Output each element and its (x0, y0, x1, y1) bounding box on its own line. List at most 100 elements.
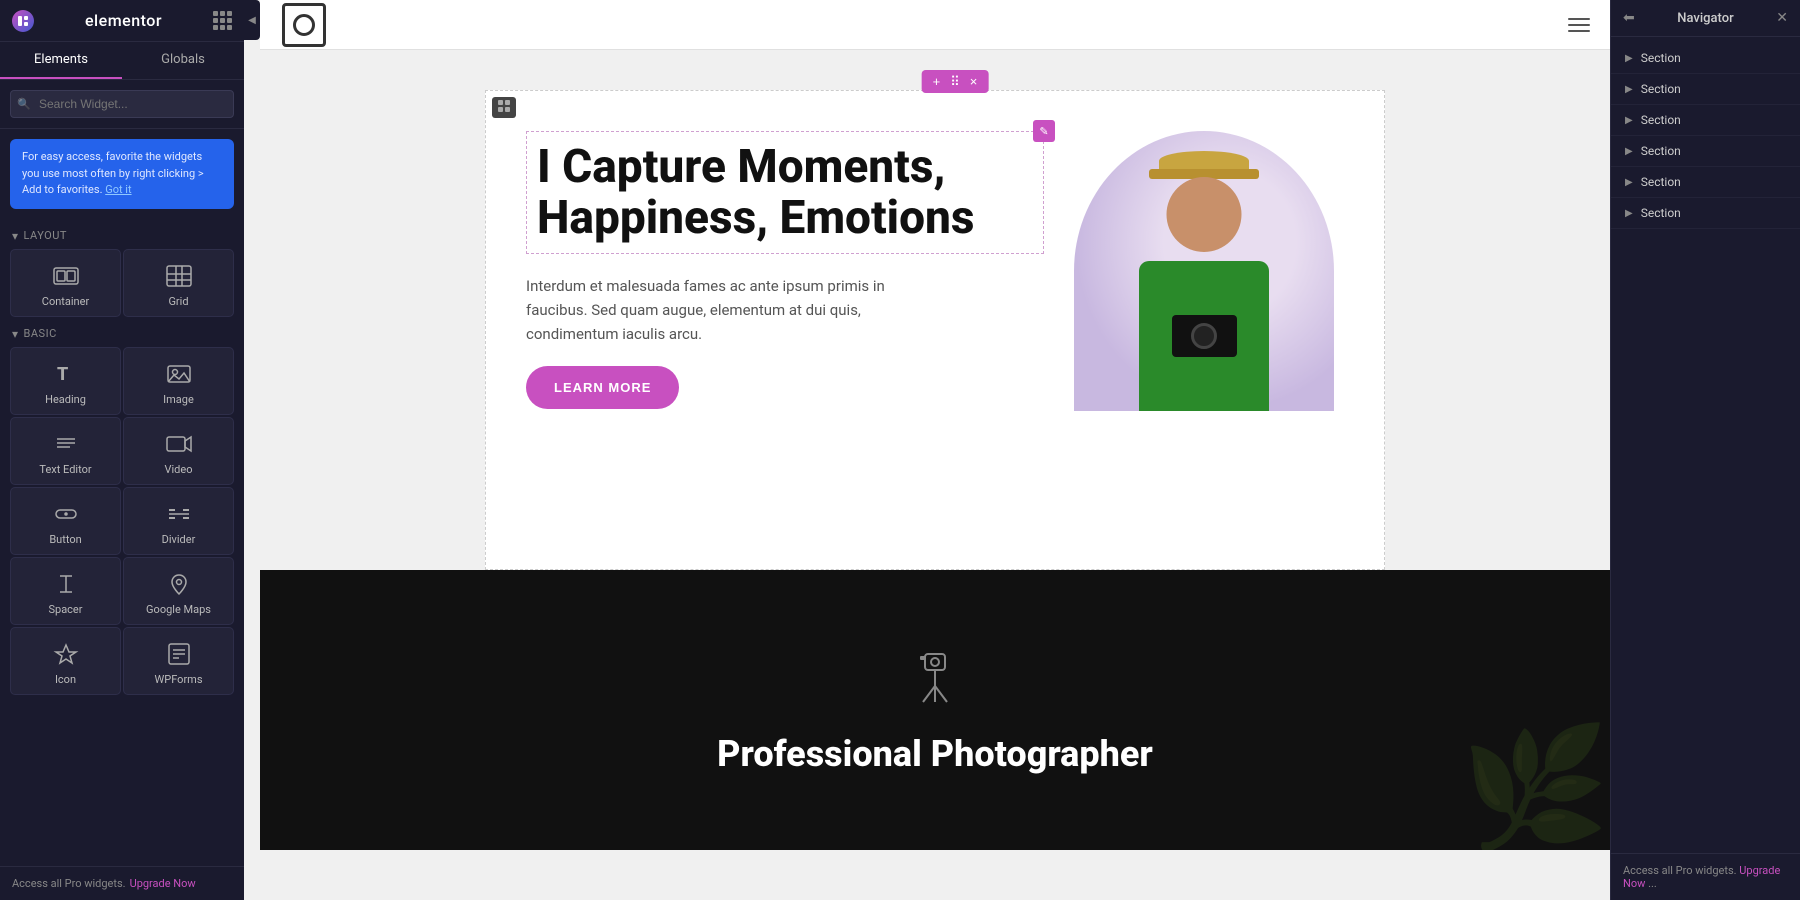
section-column-handle[interactable] (492, 97, 516, 118)
got-it-link[interactable]: Got it (105, 183, 131, 196)
text-editor-icon (52, 430, 80, 458)
divider-label: Divider (162, 533, 196, 546)
widget-video[interactable]: Video (123, 417, 234, 485)
camera-tripod-icon (905, 646, 965, 717)
elementor-logo (12, 10, 34, 32)
nav-item-section-1[interactable]: ▶ Section (1611, 43, 1800, 74)
navigator-back-button[interactable]: ⬅ (1623, 10, 1635, 26)
hero-text-column: ✎ I Capture Moments, Happiness, Emotions… (526, 131, 1044, 411)
navigator-footer: Access all Pro widgets. Upgrade Now ... (1611, 853, 1800, 900)
bottom-section-title: Professional Photographer (717, 733, 1153, 775)
collapse-arrow: ◀ (248, 15, 256, 26)
grid-widget-icon (165, 262, 193, 290)
divider-icon (165, 500, 193, 528)
hero-image-column (1064, 131, 1344, 411)
pencil-icon: ✎ (1039, 125, 1048, 138)
canvas-body: + ⠿ × ✎ I Capture Moments, Happiness, Em… (260, 50, 1610, 900)
nav-arrow-5: ▶ (1625, 177, 1633, 188)
widget-spacer[interactable]: Spacer (10, 557, 121, 625)
left-sidebar: elementor Elements Globals For easy acce… (0, 0, 244, 900)
navigator-title: Navigator (1677, 11, 1733, 26)
widget-heading[interactable]: T Heading (10, 347, 121, 415)
nav-arrow-1: ▶ (1625, 53, 1633, 64)
nav-item-section-3[interactable]: ▶ Section (1611, 105, 1800, 136)
widget-text-editor[interactable]: Text Editor (10, 417, 121, 485)
navigator-header: ⬅ Navigator ✕ (1611, 0, 1800, 37)
search-input[interactable] (10, 90, 234, 118)
camera-frame-icon (282, 3, 326, 47)
delete-section-button[interactable]: × (967, 73, 981, 90)
upgrade-now-link[interactable]: Upgrade Now (130, 877, 196, 890)
edit-heading-button[interactable]: ✎ (1033, 120, 1055, 142)
hero-description: Interdum et malesuada fames ac ante ipsu… (526, 274, 906, 346)
wpforms-label: WPForms (155, 673, 203, 686)
hero-section: ✎ I Capture Moments, Happiness, Emotions… (485, 90, 1385, 570)
nav-item-section-5[interactable]: ▶ Section (1611, 167, 1800, 198)
widgets-area: Layout Container (0, 219, 244, 867)
nav-label-6: Section (1641, 206, 1681, 220)
nav-footer-text: Access all Pro widgets. (1623, 864, 1737, 877)
widget-divider[interactable]: Divider (123, 487, 234, 555)
widget-grid[interactable]: Grid (123, 249, 234, 317)
nav-item-section-2[interactable]: ▶ Section (1611, 74, 1800, 105)
nav-label-3: Section (1641, 113, 1681, 127)
layout-section-label: Layout (0, 219, 244, 249)
navigator-panel: ⬅ Navigator ✕ ▶ Section ▶ Section ▶ Sect… (1610, 0, 1800, 900)
canvas-area: + ⠿ × ✎ I Capture Moments, Happiness, Em… (260, 0, 1610, 900)
tab-elements[interactable]: Elements (0, 42, 122, 79)
nav-label-5: Section (1641, 175, 1681, 189)
hero-inner: ✎ I Capture Moments, Happiness, Emotions… (486, 91, 1384, 451)
google-maps-label: Google Maps (146, 603, 211, 616)
nav-arrow-3: ▶ (1625, 115, 1633, 126)
camera-lens (1191, 323, 1217, 349)
tip-box: For easy access, favorite the widgets yo… (10, 139, 234, 209)
nav-footer-dots: ... (1648, 877, 1657, 890)
widget-button[interactable]: Button (10, 487, 121, 555)
footer-text: Access all Pro widgets. (12, 877, 126, 890)
nav-item-section-6[interactable]: ▶ Section (1611, 198, 1800, 229)
nav-label-1: Section (1641, 51, 1681, 65)
learn-more-button[interactable]: LEARN MORE (526, 366, 679, 409)
button-icon (52, 500, 80, 528)
site-logo-wrap (280, 1, 328, 49)
add-section-button[interactable]: + (930, 73, 944, 90)
navigator-close-button[interactable]: ✕ (1776, 10, 1788, 26)
photographer-image (1074, 131, 1334, 411)
app-title: elementor (85, 11, 162, 30)
hamburger-menu-icon[interactable] (1568, 18, 1590, 32)
image-label: Image (163, 393, 194, 406)
bottom-section: 🌿 Professional Photographer (260, 570, 1610, 850)
hat-brim-top (1159, 151, 1249, 171)
icon-label: Icon (55, 673, 76, 686)
nav-arrow-4: ▶ (1625, 146, 1633, 157)
spacer-icon (52, 570, 80, 598)
widget-container[interactable]: Container (10, 249, 121, 317)
move-section-button[interactable]: ⠿ (947, 73, 963, 90)
button-label: Button (49, 533, 81, 546)
hero-heading-wrap: ✎ I Capture Moments, Happiness, Emotions (526, 131, 1044, 254)
widget-image[interactable]: Image (123, 347, 234, 415)
canvas-topbar (260, 0, 1610, 50)
icon-widget-icon (52, 640, 80, 668)
nav-arrow-6: ▶ (1625, 208, 1633, 219)
image-icon (165, 360, 193, 388)
basic-section-label: Basic (0, 317, 244, 347)
svg-text:T: T (57, 364, 68, 385)
camera (1172, 315, 1237, 357)
collapse-sidebar-handle[interactable]: ◀ (244, 0, 260, 40)
search-wrap (10, 90, 234, 118)
nav-item-section-4[interactable]: ▶ Section (1611, 136, 1800, 167)
grid-label: Grid (168, 295, 188, 308)
body (1139, 261, 1269, 411)
sidebar-tabs: Elements Globals (0, 42, 244, 80)
basic-widget-grid: T Heading Image (0, 347, 244, 695)
grid-menu-icon[interactable] (213, 11, 232, 30)
google-maps-icon (165, 570, 193, 598)
widget-icon[interactable]: Icon (10, 627, 121, 695)
tab-globals[interactable]: Globals (122, 42, 244, 79)
widget-google-maps[interactable]: Google Maps (123, 557, 234, 625)
widget-wpforms[interactable]: WPForms (123, 627, 234, 695)
widget-search-wrap (0, 80, 244, 129)
navigator-items-list: ▶ Section ▶ Section ▶ Section ▶ Section … (1611, 37, 1800, 853)
text-editor-label: Text Editor (39, 463, 91, 476)
